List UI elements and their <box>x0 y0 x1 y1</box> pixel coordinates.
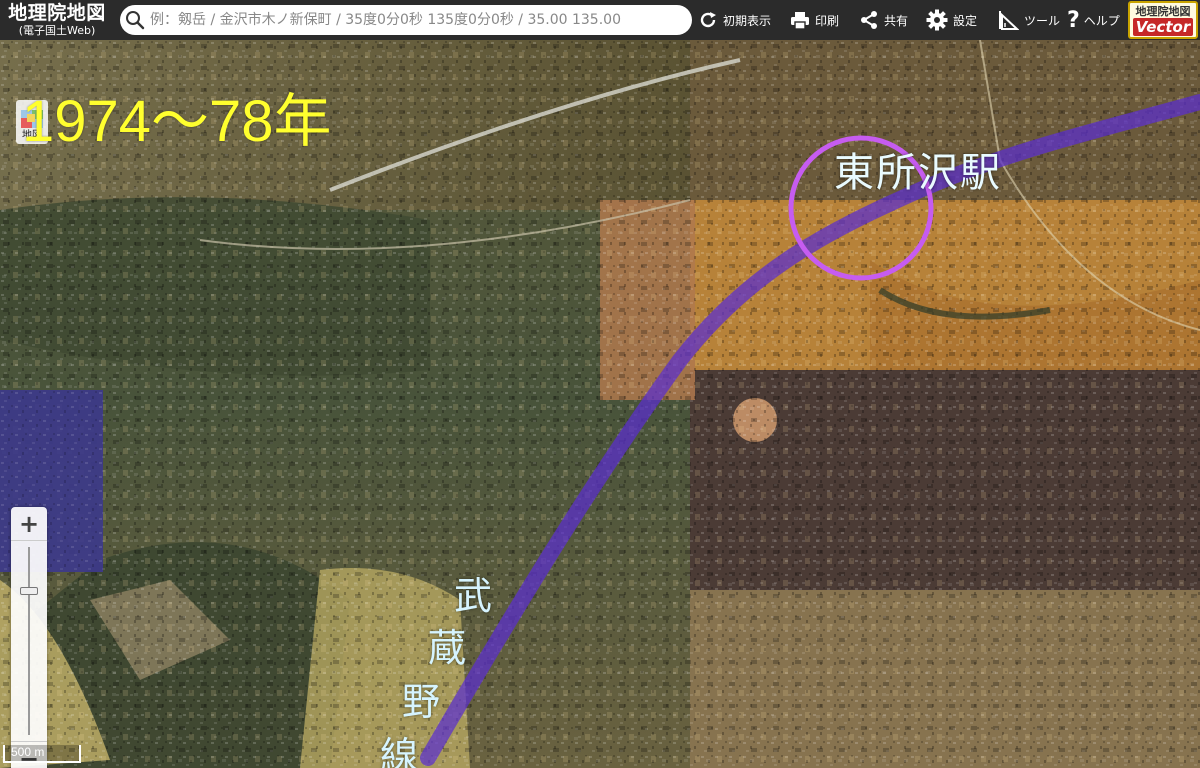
scale-bar: 500 m <box>3 743 81 763</box>
share-label: 共有 <box>884 13 909 28</box>
question-icon: ? <box>1067 7 1080 33</box>
site-logo[interactable]: 地理院地図 (電子国土Web) <box>0 0 114 40</box>
line-label-char: 線 <box>380 734 419 768</box>
share-icon <box>859 10 879 30</box>
reset-view-button[interactable]: 初期表示 <box>698 0 771 40</box>
scale-label: 500 m <box>3 745 81 763</box>
search-input[interactable] <box>150 6 690 34</box>
tools-button[interactable]: ツール <box>997 0 1060 40</box>
printer-icon <box>790 10 810 30</box>
logo-title: 地理院地図 <box>8 2 106 24</box>
vector-map-title: 地理院地図 <box>1135 4 1191 18</box>
refresh-icon <box>698 10 718 30</box>
logo-subtitle: (電子国土Web) <box>18 24 96 37</box>
share-button[interactable]: 共有 <box>859 0 908 40</box>
help-button[interactable]: ? ヘルプ <box>1067 0 1120 40</box>
ruler-icon <box>997 9 1019 31</box>
line-annotation: 武 蔵 野 線 <box>378 565 498 768</box>
zoom-control: + − <box>11 507 47 768</box>
settings-button[interactable]: 設定 <box>926 0 977 40</box>
settings-label: 設定 <box>953 13 978 28</box>
year-annotation: 1974〜78年 <box>22 89 332 154</box>
zoom-slider-handle[interactable] <box>20 587 38 595</box>
station-annotation: 東所沢駅 <box>834 150 1002 196</box>
map-view[interactable]: 地図 1974〜78年 東所沢駅 武 蔵 野 線 + − <box>0 40 1200 768</box>
zoom-slider-track[interactable] <box>28 547 30 735</box>
search-icon[interactable] <box>120 5 150 35</box>
tools-label: ツール <box>1024 13 1061 28</box>
zoom-in-button[interactable]: + <box>11 507 47 541</box>
line-label-char: 蔵 <box>428 626 467 670</box>
line-label-char: 武 <box>454 574 493 618</box>
vector-map-badge: Vector <box>1132 17 1194 36</box>
vector-map-button[interactable]: 地理院地図 Vector <box>1128 1 1198 39</box>
gear-icon <box>926 9 948 31</box>
line-label-char: 野 <box>402 680 441 724</box>
search-box[interactable] <box>120 5 692 35</box>
help-label: ヘルプ <box>1083 13 1120 28</box>
print-label: 印刷 <box>815 13 840 28</box>
reset-view-label: 初期表示 <box>723 13 772 28</box>
app-header: 地理院地図 (電子国土Web) 初期表示 印刷 共有 設定 <box>0 0 1200 40</box>
print-button[interactable]: 印刷 <box>790 0 839 40</box>
